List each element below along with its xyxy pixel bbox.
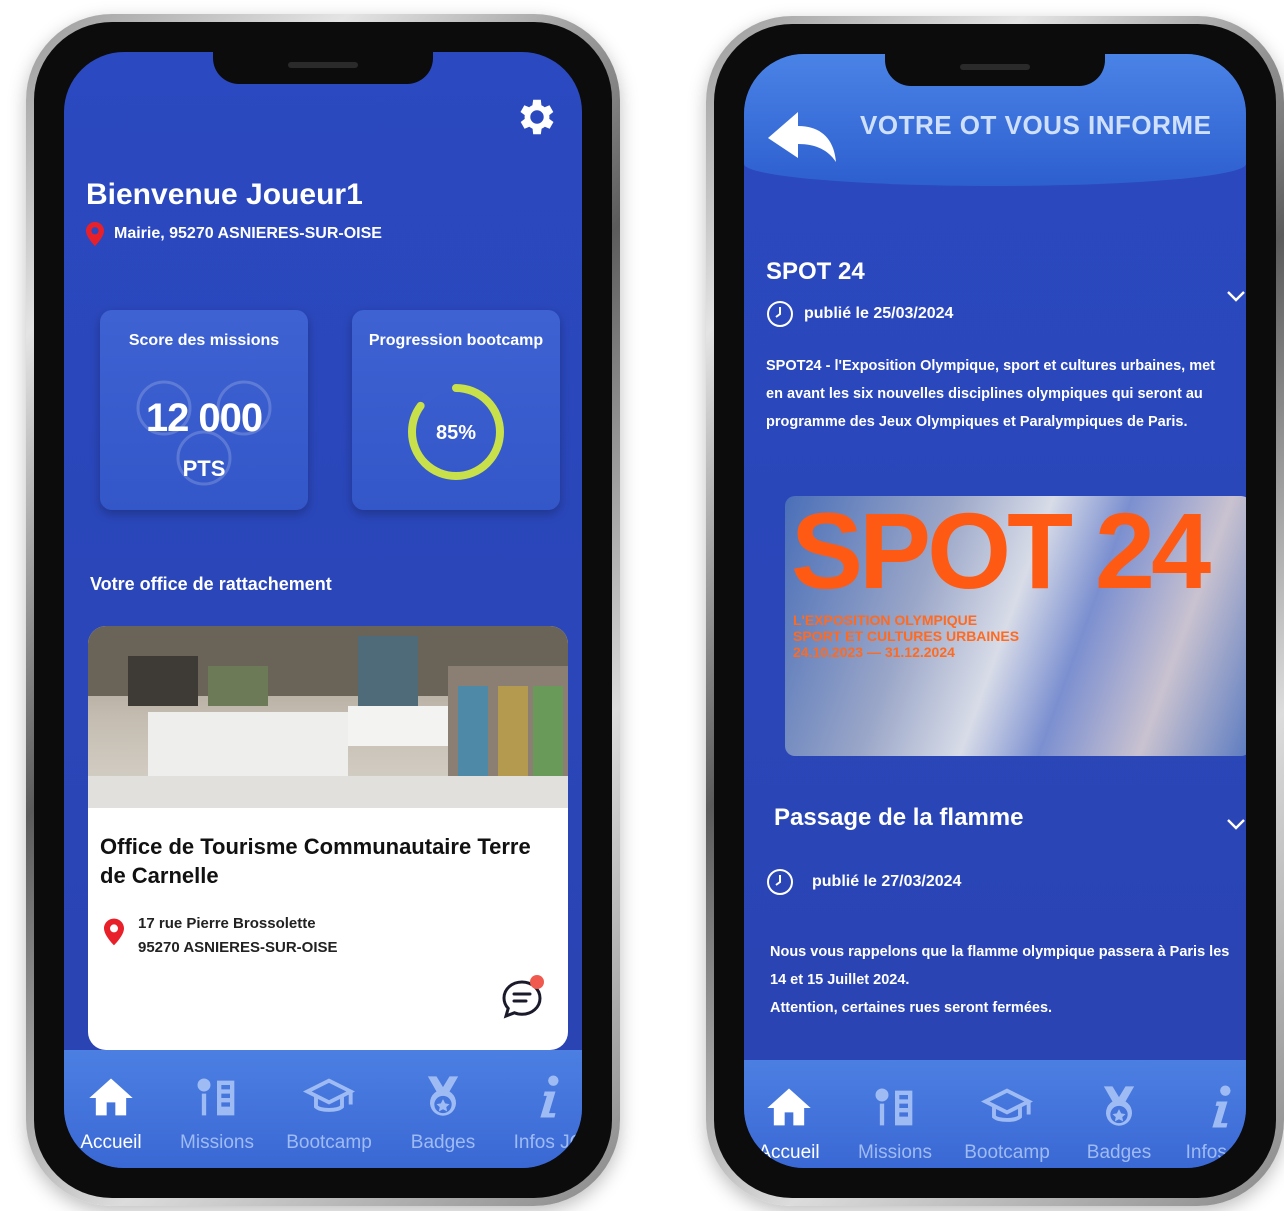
chevron-down-icon[interactable] xyxy=(1226,290,1246,304)
home-icon xyxy=(767,1088,811,1126)
graduation-cap-icon xyxy=(303,1078,355,1112)
poster-line2: SPORT ET CULTURES URBAINES xyxy=(793,628,1020,644)
poster-title: SPOT 24 xyxy=(791,496,1211,611)
tab-label: Infos JO xyxy=(513,1132,582,1153)
tab-label: Missions xyxy=(180,1132,254,1153)
news-item-body-line2: Attention, certaines rues seront fermées… xyxy=(770,1000,1053,1016)
welcome-title: Bienvenue Joueur1 xyxy=(86,178,363,211)
back-arrow-icon[interactable] xyxy=(764,106,840,166)
missions-icon xyxy=(197,1078,235,1116)
office-section-title: Votre office de rattachement xyxy=(90,574,332,594)
spot24-poster-image: SPOT 24 L'EXPOSITION OLYMPIQUE SPORT ET … xyxy=(785,496,1246,756)
news-item-body: SPOT24 - l'Exposition Olympique, sport e… xyxy=(766,358,1216,430)
tab-bar: Accueil Missions Bootcamp Badges Infos J… xyxy=(64,1050,582,1168)
address-pin-icon xyxy=(104,918,124,946)
clock-icon xyxy=(767,301,793,327)
tab-label: Missions xyxy=(858,1142,932,1163)
office-address-line1: 17 rue Pierre Brossolette xyxy=(138,915,316,932)
info-icon xyxy=(1212,1085,1231,1128)
poster-line1: L'EXPOSITION OLYMPIQUE xyxy=(793,612,978,628)
score-unit: PTS xyxy=(182,456,226,481)
location-pin-icon xyxy=(86,222,104,246)
news-item-body-line1: Nous vous rappelons que la flamme olympi… xyxy=(770,944,1230,988)
news-item-date-row: publié le 25/03/2024 xyxy=(766,300,953,328)
tab-badges[interactable]: Badges xyxy=(1066,1082,1172,1164)
score-value: 12 000 xyxy=(145,396,263,440)
news-item-date: publié le 27/03/2024 xyxy=(812,873,962,890)
tab-missions[interactable]: Missions xyxy=(842,1082,948,1164)
progress-ring: 85% xyxy=(408,384,504,480)
tab-label: Badges xyxy=(410,1132,476,1153)
tab-label: Accueil xyxy=(758,1142,820,1163)
poster-line3: 24.10.2023 — 31.12.2024 xyxy=(793,644,955,660)
medal-icon xyxy=(427,1076,459,1116)
tab-badges[interactable]: Badges xyxy=(390,1072,496,1154)
score-card[interactable]: Score des missions 12 000 PTS xyxy=(100,310,308,510)
news-item-title: Passage de la flamme xyxy=(774,804,1024,831)
tab-accueil[interactable]: Accueil xyxy=(64,1072,164,1154)
tab-missions[interactable]: Missions xyxy=(164,1072,270,1154)
tab-label: Infos JO xyxy=(1185,1142,1246,1163)
progress-card[interactable]: Progression bootcamp 85% xyxy=(352,310,560,510)
location-row: Mairie, 95270 ASNIERES-SUR-OISE xyxy=(86,222,382,246)
news-item-title: SPOT 24 xyxy=(766,258,865,285)
phone-bezel: VOTRE OT VOUS INFORME SPOT 24 publié le … xyxy=(714,24,1276,1198)
gear-icon[interactable] xyxy=(514,94,560,140)
home-screen: Bienvenue Joueur1 Mairie, 95270 ASNIERES… xyxy=(64,52,582,1168)
news-item-date: publié le 25/03/2024 xyxy=(804,305,954,322)
info-icon xyxy=(540,1075,559,1118)
tab-bootcamp[interactable]: Bootcamp xyxy=(954,1082,1060,1164)
phone-bezel: Bienvenue Joueur1 Mairie, 95270 ASNIERES… xyxy=(34,22,612,1198)
tab-label: Bootcamp xyxy=(964,1142,1050,1163)
chevron-down-icon[interactable] xyxy=(1226,818,1246,832)
phone-notch xyxy=(885,54,1105,86)
news-header-title: VOTRE OT VOUS INFORME xyxy=(860,110,1212,140)
news-item-body: Nous vous rappelons que la flamme olympi… xyxy=(770,938,1240,1022)
office-name: Office de Tourisme Communautaire Terre d… xyxy=(100,834,531,888)
office-address-line2: 95270 ASNIERES-SUR-OISE xyxy=(138,939,338,956)
missions-icon xyxy=(875,1088,913,1126)
tab-infos-jo[interactable]: Infos JO xyxy=(496,1072,582,1154)
tab-label: Bootcamp xyxy=(286,1132,372,1153)
tab-label: Badges xyxy=(1086,1142,1152,1163)
phone-news: VOTRE OT VOUS INFORME SPOT 24 publié le … xyxy=(706,16,1284,1206)
graduation-cap-icon xyxy=(981,1088,1033,1122)
news-screen: VOTRE OT VOUS INFORME SPOT 24 publié le … xyxy=(744,54,1246,1168)
chat-notification-icon[interactable] xyxy=(496,972,548,1024)
tab-label: Accueil xyxy=(80,1132,142,1153)
tab-accueil[interactable]: Accueil xyxy=(744,1082,842,1164)
office-address: 17 rue Pierre Brossolette 95270 ASNIERES… xyxy=(138,912,338,960)
news-item-date-row: publié le 27/03/2024 xyxy=(766,868,961,896)
progress-card-title: Progression bootcamp xyxy=(368,332,544,349)
office-photo xyxy=(88,626,568,808)
phone-home: Bienvenue Joueur1 Mairie, 95270 ASNIERES… xyxy=(26,14,620,1206)
medal-icon xyxy=(1103,1086,1135,1126)
home-icon xyxy=(89,1078,133,1116)
tab-bootcamp[interactable]: Bootcamp xyxy=(276,1072,382,1154)
tab-bar: Accueil Missions Bootcamp Badges Infos J… xyxy=(744,1060,1246,1168)
phone-notch xyxy=(213,52,433,84)
location-text: Mairie, 95270 ASNIERES-SUR-OISE xyxy=(114,225,382,242)
tab-infos-jo[interactable]: Infos JO xyxy=(1168,1082,1246,1164)
clock-icon xyxy=(767,869,793,895)
progress-label: 85% xyxy=(436,422,476,444)
office-card[interactable]: Office de Tourisme Communautaire Terre d… xyxy=(88,626,568,1050)
score-card-title: Score des missions xyxy=(128,332,280,349)
